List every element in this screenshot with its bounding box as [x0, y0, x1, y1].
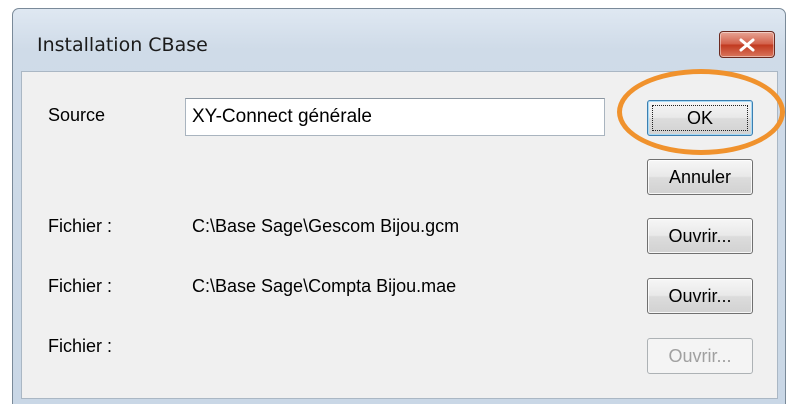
dialog-window: Installation CBase Source XY-Connect gén…	[12, 8, 786, 404]
window-title: Installation CBase	[37, 34, 208, 56]
file-label-3: Fichier :	[48, 336, 113, 356]
source-input[interactable]: XY-Connect générale	[185, 98, 605, 136]
ok-button-label: OK	[686, 107, 713, 128]
cancel-button-label: Annuler	[668, 166, 732, 187]
open-button-3: Ouvrir...	[647, 338, 753, 374]
file-label-1: Fichier :	[48, 216, 113, 236]
file-path-1: C:\Base Sage\Gescom Bijou.gcm	[192, 216, 460, 236]
ok-button[interactable]: OK	[647, 100, 753, 136]
dialog-client-area: Source XY-Connect générale OK Annuler Fi…	[21, 71, 778, 399]
open-button-2[interactable]: Ouvrir...	[647, 278, 753, 314]
open-button-1[interactable]: Ouvrir...	[647, 218, 753, 254]
open-button-label: Ouvrir...	[668, 225, 732, 246]
open-button-label: Ouvrir...	[668, 285, 732, 306]
close-button[interactable]	[719, 31, 775, 58]
file-label-2: Fichier :	[48, 276, 113, 296]
close-icon	[739, 38, 755, 51]
file-path-2: C:\Base Sage\Compta Bijou.mae	[192, 276, 457, 296]
source-label: Source	[48, 105, 106, 125]
cancel-button[interactable]: Annuler	[647, 159, 753, 195]
open-button-label: Ouvrir...	[668, 345, 732, 366]
